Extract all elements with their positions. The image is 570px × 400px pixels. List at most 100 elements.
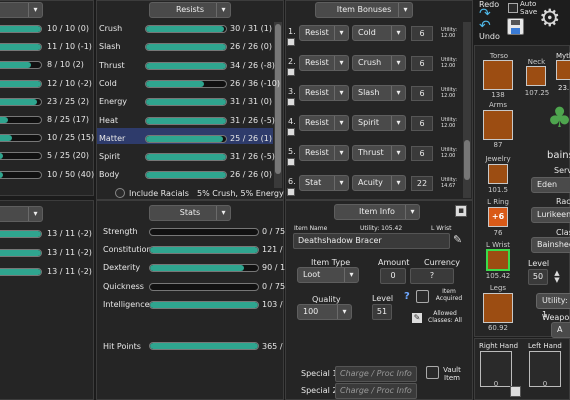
item-bonuses-scrollbar[interactable] (463, 22, 471, 198)
bar-fill (0, 250, 41, 256)
left-bottom-dropdown[interactable]: ▾ (0, 206, 43, 222)
chevron-down-icon: ▾ (391, 56, 405, 70)
amount-label: Amount (378, 258, 410, 267)
bonus-row-number: 5. (288, 147, 296, 156)
left-top-dropdown[interactable]: ▾ (0, 2, 43, 18)
server-dropdown[interactable]: Eden (531, 177, 570, 193)
left-top-value: 11 / 10 (-1) (47, 42, 92, 52)
item-name-input[interactable]: Deathshadow Bracer (293, 233, 450, 249)
bonus-edit-icon[interactable] (287, 98, 295, 106)
l-wrist-value: 105.42 (485, 272, 511, 280)
left-top-bar (0, 170, 42, 179)
jewelry-slot[interactable] (488, 164, 508, 184)
utility-button[interactable]: Utility: 1 (536, 293, 570, 319)
bonus-value-input[interactable]: 22 (411, 176, 433, 191)
bonus-attribute-value: Acuity (358, 178, 383, 187)
legs-slot[interactable] (483, 293, 513, 323)
resist-label: Thrust (99, 60, 125, 70)
vault-item-label: Vault Item (443, 366, 461, 382)
bonus-value-input[interactable]: 6 (411, 26, 433, 41)
special-2-input[interactable]: Charge / Proc Info (335, 383, 417, 399)
left-top-bar (0, 152, 42, 161)
item-acquired-checkbox[interactable] (416, 290, 429, 303)
left-top-value: 10 / 10 (0) (47, 24, 90, 33)
l-wrist-slot[interactable] (486, 249, 510, 271)
help-icon[interactable]: ? (404, 291, 410, 302)
left-top-value: 12 / 10 (-2) (47, 78, 92, 88)
bar-fill (0, 44, 41, 51)
resist-bar (145, 134, 227, 143)
bonus-type-value: Resist (305, 58, 329, 67)
resist-bar (145, 171, 227, 180)
level-input[interactable]: 51 (372, 304, 392, 320)
race-dropdown[interactable]: Lurikeen (531, 207, 570, 223)
bonus-attribute-dropdown[interactable]: Slash ▾ (352, 85, 406, 101)
include-racials-checkbox[interactable] (115, 188, 125, 198)
arms-slot[interactable] (483, 110, 513, 140)
bar-fill (150, 301, 258, 308)
bonus-edit-icon[interactable] (287, 188, 295, 196)
bonus-attribute-dropdown[interactable]: Crush ▾ (352, 55, 406, 71)
bonus-edit-icon[interactable] (287, 128, 295, 136)
auto-save-checkbox[interactable] (508, 3, 518, 13)
bonus-value-input[interactable]: 6 (411, 56, 433, 71)
level-stepper[interactable]: ▲ ▼ (552, 270, 562, 284)
l-ring-slot[interactable]: +6 (488, 207, 508, 227)
bar-fill (0, 231, 41, 237)
hit-points-label: Hit Points (103, 342, 141, 351)
bonus-row-number: 1. (288, 27, 296, 36)
class-dropdown[interactable]: Bainshee (531, 237, 570, 253)
undo-icon[interactable]: ↶ (479, 19, 497, 33)
item-type-dropdown[interactable]: Loot ▾ (297, 267, 359, 283)
bonus-value-input[interactable]: 6 (411, 116, 433, 131)
bonus-type-dropdown[interactable]: Resist ▾ (299, 85, 349, 101)
include-racials-label: Include Racials (129, 189, 189, 198)
amount-input[interactable]: 0 (380, 268, 406, 284)
item-info-dropdown[interactable]: Item Info ▾ (334, 204, 420, 220)
bonus-attribute-dropdown[interactable]: Spirit ▾ (352, 115, 406, 131)
resist-value: 31 / 26 (-5) (230, 152, 275, 162)
torso-slot[interactable] (483, 60, 513, 90)
bonus-type-dropdown[interactable]: Resist ▾ (299, 115, 349, 131)
mythic-slot[interactable] (556, 60, 570, 80)
edit-item-name-icon[interactable]: ✎ (453, 233, 467, 247)
currency-input[interactable]: ? (410, 268, 454, 284)
bonus-type-dropdown[interactable]: Resist ▾ (299, 145, 349, 161)
save-item-icon[interactable]: ▪ (455, 205, 467, 217)
bonus-value-input[interactable]: 6 (411, 146, 433, 161)
vault-item-checkbox[interactable] (426, 366, 439, 379)
resists-scrollbar[interactable] (274, 22, 282, 188)
character-level-input[interactable]: 50 (528, 269, 548, 285)
gear-icon[interactable]: ⚙ (539, 6, 563, 30)
bonus-edit-icon[interactable] (287, 68, 295, 76)
left-top-bar (0, 25, 42, 33)
bonus-type-dropdown[interactable]: Resist ▾ (299, 55, 349, 71)
bonus-type-dropdown[interactable]: Stat ▾ (299, 175, 349, 191)
allowed-classes-icon[interactable]: ✎ (412, 313, 422, 323)
resists-dropdown[interactable]: Resists ▾ (149, 2, 231, 18)
chevron-down-icon: ▾ (405, 205, 419, 219)
bonus-type-dropdown[interactable]: Resist ▾ (299, 25, 349, 41)
chevron-down-icon: ▾ (337, 305, 351, 319)
weapons-dropdown[interactable]: A (551, 322, 570, 338)
stats-dropdown[interactable]: Stats ▾ (149, 205, 231, 221)
bonus-edit-icon[interactable] (287, 38, 295, 46)
lock-icon[interactable] (510, 386, 521, 397)
bonus-edit-icon[interactable] (287, 158, 295, 166)
bonus-attribute-dropdown[interactable]: Thrust ▾ (352, 145, 406, 161)
bonus-value-input[interactable]: 6 (411, 86, 433, 101)
item-bonuses-dropdown[interactable]: Item Bonuses ▾ (315, 2, 413, 18)
save-icon[interactable] (507, 18, 524, 35)
resist-bar (145, 116, 227, 125)
neck-slot[interactable] (526, 66, 546, 86)
quality-dropdown[interactable]: 100 ▾ (297, 304, 352, 320)
class-label: Clas (556, 228, 570, 237)
resist-value: 26 / 26 (0) (230, 42, 273, 52)
bar-fill (146, 44, 226, 51)
special-1-input[interactable]: Charge / Proc Info (335, 366, 417, 382)
bonus-attribute-dropdown[interactable]: Acuity ▾ (352, 175, 406, 191)
mythic-value: 23. (558, 84, 570, 92)
chevron-down-icon: ▾ (216, 206, 230, 220)
bar-fill (146, 154, 226, 161)
bonus-attribute-dropdown[interactable]: Cold ▾ (352, 25, 406, 41)
